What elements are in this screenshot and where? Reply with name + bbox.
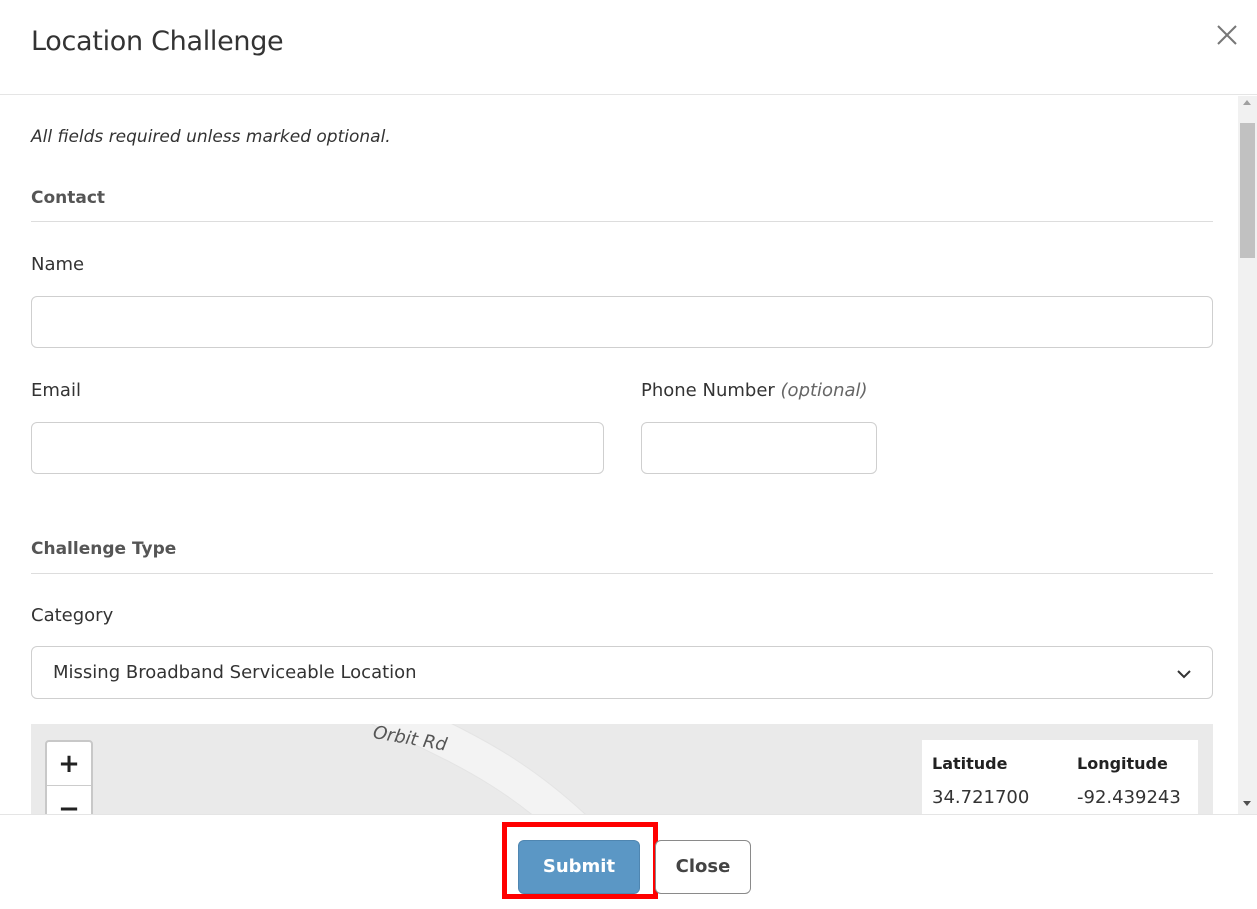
modal-body: All fields required unless marked option… bbox=[12, 96, 1237, 814]
category-select[interactable]: Missing Broadband Serviceable Location bbox=[31, 646, 1213, 699]
coordinates-panel: Latitude Longitude 34.721700 -92.439243 bbox=[922, 740, 1198, 814]
phone-field[interactable] bbox=[641, 422, 877, 474]
modal-title: Location Challenge bbox=[31, 26, 284, 57]
email-label: Email bbox=[31, 380, 81, 401]
section-divider bbox=[31, 573, 1213, 574]
close-icon[interactable] bbox=[1212, 20, 1242, 50]
longitude-label: Longitude bbox=[1077, 754, 1168, 773]
location-map[interactable]: Orbit Rd + − Latitude Longitude 34.72170… bbox=[31, 724, 1213, 814]
category-selected-value: Missing Broadband Serviceable Location bbox=[53, 662, 417, 683]
scrollbar[interactable] bbox=[1238, 96, 1257, 814]
category-label: Category bbox=[31, 605, 114, 626]
latitude-value: 34.721700 bbox=[932, 787, 1030, 808]
submit-button[interactable]: Submit bbox=[518, 840, 640, 894]
zoom-in-button[interactable]: + bbox=[47, 742, 91, 786]
required-note: All fields required unless marked option… bbox=[31, 127, 391, 147]
scroll-thumb[interactable] bbox=[1240, 123, 1255, 258]
phone-label-text: Phone Number bbox=[641, 380, 775, 401]
zoom-control: + − bbox=[45, 740, 93, 814]
latitude-label: Latitude bbox=[932, 754, 1008, 773]
optional-tag: (optional) bbox=[780, 380, 868, 401]
close-button[interactable]: Close bbox=[655, 840, 751, 894]
email-field[interactable] bbox=[31, 422, 604, 474]
modal-footer: Submit Close bbox=[0, 814, 1257, 909]
longitude-value: -92.439243 bbox=[1077, 787, 1181, 808]
chevron-down-icon bbox=[1177, 670, 1191, 679]
contact-section-title: Contact bbox=[31, 188, 106, 208]
challenge-section-title: Challenge Type bbox=[31, 539, 177, 559]
zoom-out-button[interactable]: − bbox=[47, 787, 91, 814]
name-field[interactable] bbox=[31, 296, 1213, 348]
scroll-up-icon[interactable] bbox=[1243, 100, 1251, 105]
modal-header: Location Challenge bbox=[0, 0, 1257, 95]
name-label: Name bbox=[31, 254, 85, 275]
section-divider bbox=[31, 221, 1213, 222]
scroll-down-icon[interactable] bbox=[1243, 801, 1251, 806]
phone-label: Phone Number (optional) bbox=[641, 380, 868, 401]
